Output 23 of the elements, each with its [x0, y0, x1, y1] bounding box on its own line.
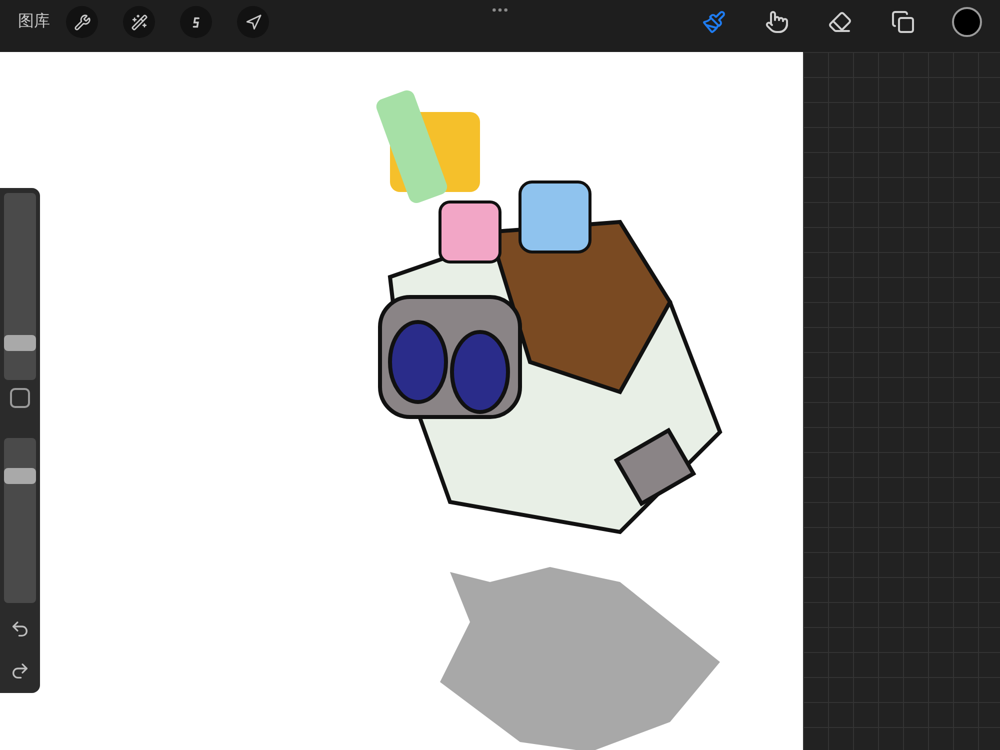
canvas[interactable]	[0, 52, 803, 750]
undo-icon[interactable]	[10, 619, 30, 639]
tool-button[interactable]	[763, 8, 791, 36]
redo-icon[interactable]	[10, 661, 30, 681]
square-button[interactable]	[10, 388, 30, 408]
tool-button[interactable]	[123, 6, 155, 38]
slider-thumb[interactable]	[4, 468, 36, 484]
finger-icon	[765, 10, 789, 34]
layers-icon	[891, 10, 915, 34]
gallery-button[interactable]: 图库	[18, 10, 50, 34]
tool-button[interactable]	[889, 8, 917, 36]
slider-track[interactable]	[4, 193, 36, 380]
slider-thumb[interactable]	[4, 334, 36, 351]
tool-button[interactable]	[66, 6, 98, 38]
eraser-icon	[828, 10, 852, 34]
slider-track[interactable]	[4, 438, 36, 603]
brush-icon	[702, 10, 726, 34]
color-swatch[interactable]	[952, 7, 982, 37]
tool-button[interactable]	[180, 6, 212, 38]
magic-wand-icon	[130, 14, 148, 30]
wrench-icon	[74, 14, 90, 30]
tool-button[interactable]	[237, 6, 269, 38]
arrow-icon	[244, 14, 262, 30]
